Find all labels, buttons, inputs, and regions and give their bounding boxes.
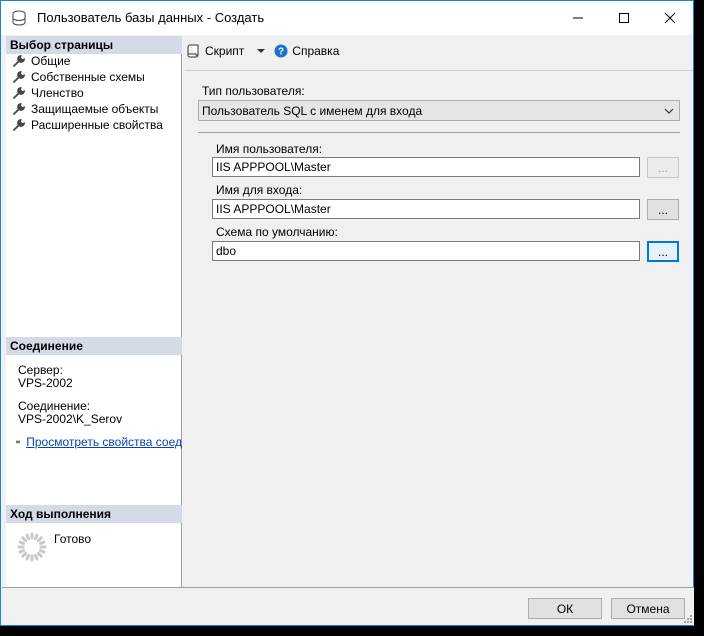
wrench-icon	[13, 86, 26, 99]
login-browse-button[interactable]: ...	[647, 199, 679, 220]
help-button[interactable]: ? Справка	[272, 40, 341, 62]
minimize-icon	[573, 17, 583, 19]
page-label: Общие	[31, 54, 71, 68]
connection-value: VPS-2002\K_Serov	[18, 412, 123, 426]
spinner-icon	[17, 532, 47, 562]
page-label: Защищаемые объекты	[31, 102, 159, 116]
user-type-select[interactable]: Пользователь SQL с именем для входа	[198, 100, 680, 121]
default-schema-label: Схема по умолчанию:	[216, 225, 338, 239]
button-bar: ОК Отмена	[2, 587, 694, 625]
wrench-icon	[13, 54, 26, 67]
login-label: Имя для входа:	[216, 183, 303, 197]
login-field[interactable]: IIS APPPOOL\Master	[212, 199, 640, 219]
divider	[198, 132, 680, 133]
left-pane: Выбор страницы Общие Собственные схемы Ч…	[6, 36, 182, 587]
script-icon	[187, 44, 199, 58]
schema-browse-button[interactable]: ...	[647, 241, 679, 262]
close-button[interactable]	[647, 1, 693, 35]
connection-header: Соединение	[6, 337, 182, 355]
username-browse-button[interactable]: ...	[647, 157, 679, 178]
username-value: IIS APPPOOL\Master	[216, 160, 331, 174]
page-membership[interactable]: Членство	[12, 85, 84, 101]
maximize-button[interactable]	[601, 1, 647, 35]
minimize-button[interactable]	[555, 1, 601, 35]
view-connection-properties-link[interactable]: Просмотреть свойства соед	[26, 435, 182, 449]
script-label: Скрипт	[205, 44, 245, 58]
page-label: Собственные схемы	[31, 70, 145, 84]
page-owned-schemas[interactable]: Собственные схемы	[12, 69, 145, 85]
window-title: Пользователь базы данных - Создать	[37, 10, 265, 25]
wrench-icon	[13, 102, 26, 115]
ok-button[interactable]: ОК	[528, 598, 602, 619]
dialog-window: Пользователь базы данных - Создать Выбор…	[0, 0, 694, 626]
username-label: Имя пользователя:	[216, 142, 323, 156]
server-value: VPS-2002	[18, 376, 73, 390]
select-page-header: Выбор страницы	[6, 36, 182, 54]
close-icon	[664, 12, 676, 24]
user-type-value: Пользователь SQL с именем для входа	[202, 103, 423, 118]
default-schema-value: dbo	[216, 244, 237, 258]
chevron-down-icon	[664, 108, 674, 114]
login-value: IIS APPPOOL\Master	[216, 202, 331, 216]
wrench-icon	[13, 118, 26, 131]
chevron-down-icon	[257, 49, 266, 53]
svg-text:?: ?	[278, 47, 284, 58]
page-extended-properties[interactable]: Расширенные свойства	[12, 117, 163, 133]
toolbar: Скрипт ? Справка	[185, 39, 693, 63]
page-label: Членство	[31, 86, 84, 100]
username-field[interactable]: IIS APPPOOL\Master	[212, 157, 640, 177]
database-icon	[12, 10, 26, 26]
cancel-button[interactable]: Отмена	[611, 598, 685, 619]
maximize-icon	[619, 13, 629, 23]
page-label: Расширенные свойства	[31, 118, 163, 132]
page-securables[interactable]: Защищаемые объекты	[12, 101, 158, 117]
plug-icon	[16, 440, 21, 444]
default-schema-field[interactable]: dbo	[212, 241, 640, 261]
progress-status: Готово	[54, 532, 92, 546]
title-bar: Пользователь базы данных - Создать	[1, 1, 693, 35]
general-page: Тип пользователя: Пользователь SQL с име…	[185, 70, 693, 587]
script-dropdown-button[interactable]	[254, 40, 272, 62]
help-label: Справка	[292, 44, 340, 58]
help-icon: ?	[274, 44, 288, 58]
user-type-label: Тип пользователя:	[202, 84, 305, 98]
script-button[interactable]: Скрипт	[185, 40, 246, 62]
progress-header: Ход выполнения	[6, 505, 182, 523]
resize-grip-icon[interactable]	[682, 613, 692, 623]
wrench-icon	[13, 70, 26, 83]
page-general[interactable]: Общие	[12, 53, 70, 69]
view-connection-properties[interactable]: Просмотреть свойства соед	[16, 435, 182, 449]
